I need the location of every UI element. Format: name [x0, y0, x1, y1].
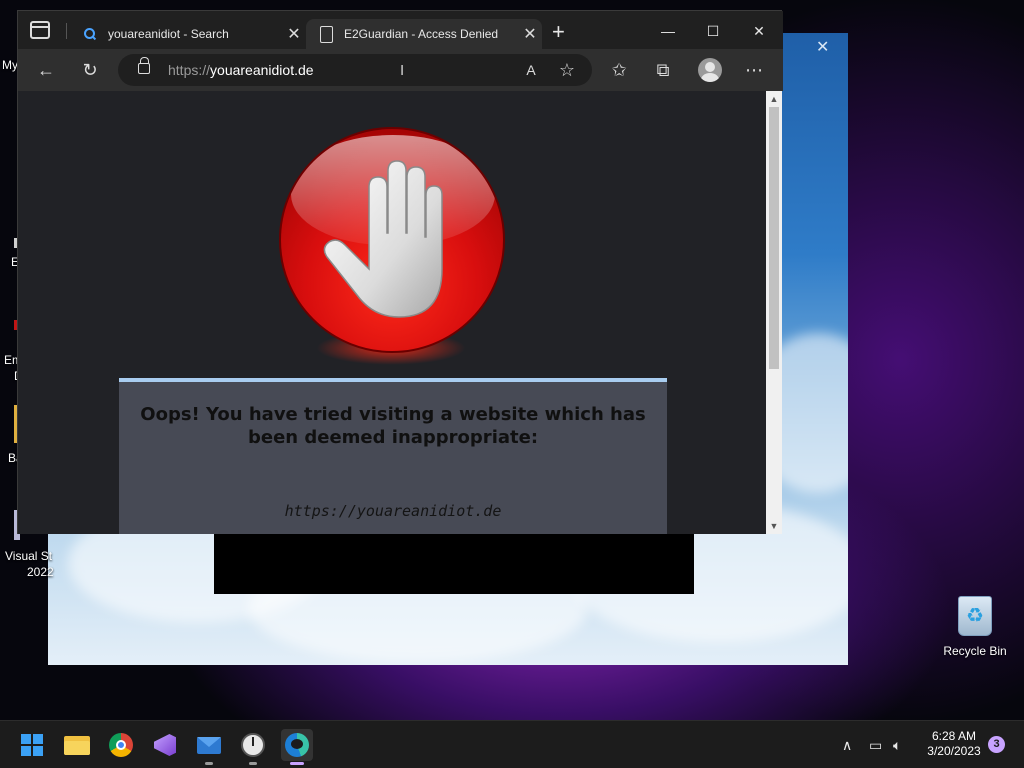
- edge-icon[interactable]: [281, 729, 313, 765]
- desktop-icon-label[interactable]: My: [2, 58, 18, 72]
- blocked-url: https://youareanidiot.de: [284, 502, 502, 520]
- tab-search[interactable]: youareanidiot - Search ✕: [70, 19, 306, 49]
- mail-icon[interactable]: [193, 729, 225, 765]
- file-explorer-icon[interactable]: [61, 729, 93, 761]
- read-aloud-icon[interactable]: A: [520, 59, 542, 81]
- tab-actions-icon[interactable]: [30, 21, 50, 39]
- desktop-icon-label[interactable]: 2022: [27, 565, 54, 579]
- volume-icon[interactable]: 🔈︎: [893, 735, 901, 755]
- collections-icon[interactable]: ⧉: [652, 59, 674, 81]
- browser-toolbar: ← ↻ https://youareanidiot.de I A ☆ ✩ ⧉ ⋯: [18, 49, 783, 91]
- address-bar[interactable]: https://youareanidiot.de I A ☆: [118, 54, 592, 86]
- notification-badge[interactable]: 3: [988, 736, 1005, 753]
- profile-icon[interactable]: [698, 58, 722, 82]
- system-clock[interactable]: 6:28 AM 3/20/2023: [922, 729, 986, 759]
- tab-title: E2Guardian - Access Denied: [344, 27, 499, 41]
- tab-bar: youareanidiot - Search ✕ E2Guardian - Ac…: [18, 11, 783, 49]
- scroll-down-icon[interactable]: ▼: [766, 518, 782, 534]
- network-icon[interactable]: ▭: [869, 735, 882, 755]
- browser-window: youareanidiot - Search ✕ E2Guardian - Ac…: [17, 10, 783, 534]
- visual-studio-icon[interactable]: [149, 729, 181, 761]
- tab-separator: [66, 23, 67, 39]
- scrollbar-thumb[interactable]: [769, 107, 779, 369]
- clock-app-icon[interactable]: [237, 729, 269, 765]
- recycle-bin[interactable]: Recycle Bin: [938, 596, 1012, 658]
- page-content: Oops! You have tried visiting a website …: [18, 91, 766, 534]
- start-button[interactable]: [16, 729, 48, 761]
- tab-title: youareanidiot - Search: [108, 27, 229, 41]
- favorites-icon[interactable]: ✩: [608, 59, 630, 81]
- desktop-icon-label[interactable]: Visual St: [5, 549, 52, 563]
- chevron-up-icon[interactable]: ∧: [842, 735, 852, 755]
- clock-date: 3/20/2023: [927, 744, 981, 758]
- black-overlay-box: [214, 534, 694, 594]
- background-window-close-icon[interactable]: ✕: [816, 40, 829, 56]
- tab-close-icon[interactable]: ✕: [282, 24, 306, 44]
- taskbar: ∧ ▭ 🔈︎ 6:28 AM 3/20/2023 3: [0, 720, 1024, 768]
- tab-close-icon[interactable]: ✕: [518, 24, 542, 44]
- start-icon: [21, 734, 43, 756]
- refresh-icon[interactable]: ↻: [79, 59, 101, 81]
- page-icon: [318, 26, 334, 43]
- text-cursor-icon: I: [400, 62, 405, 79]
- minimize-button[interactable]: —: [646, 19, 690, 43]
- lock-icon[interactable]: [138, 57, 150, 74]
- access-denied-message: Oops! You have tried visiting a website …: [119, 378, 667, 534]
- stop-hand-icon: [279, 127, 505, 353]
- recycle-bin-icon: [958, 596, 992, 636]
- vertical-scrollbar[interactable]: ▲ ▼: [766, 91, 782, 534]
- clock-time: 6:28 AM: [931, 729, 977, 743]
- maximize-button[interactable]: ☐: [691, 19, 735, 43]
- blocked-headline: Oops! You have tried visiting a website …: [140, 404, 646, 448]
- tab-access-denied[interactable]: E2Guardian - Access Denied ✕: [306, 19, 542, 49]
- scroll-up-icon[interactable]: ▲: [766, 91, 782, 107]
- new-tab-button[interactable]: +: [552, 21, 565, 43]
- recycle-bin-label: Recycle Bin: [943, 644, 1007, 658]
- search-icon: [82, 26, 98, 42]
- close-button[interactable]: ✕: [737, 19, 781, 43]
- url-text[interactable]: https://youareanidiot.de: [168, 62, 314, 78]
- back-arrow-icon[interactable]: ←: [35, 59, 57, 81]
- add-favorite-icon[interactable]: ☆: [556, 59, 578, 81]
- chrome-icon[interactable]: [105, 729, 137, 761]
- more-icon[interactable]: ⋯: [743, 59, 765, 81]
